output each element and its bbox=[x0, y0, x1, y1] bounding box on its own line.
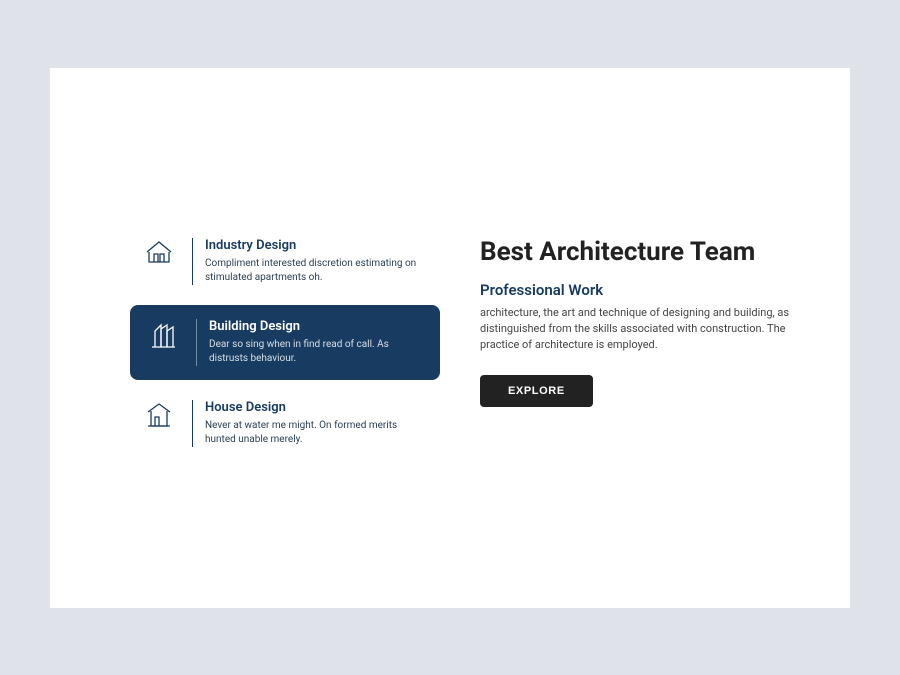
service-item-text: House Design Never at water me might. On… bbox=[192, 400, 426, 447]
page-body: architecture, the art and technique of d… bbox=[480, 305, 790, 353]
explore-button[interactable]: EXPLORE bbox=[480, 375, 593, 407]
service-item-house[interactable]: House Design Never at water me might. On… bbox=[130, 400, 440, 447]
service-item-text: Building Design Dear so sing when in fin… bbox=[196, 319, 422, 366]
page-subheading: Professional Work bbox=[480, 281, 790, 299]
service-desc: Dear so sing when in find read of call. … bbox=[209, 338, 422, 366]
service-title: Building Design bbox=[209, 319, 422, 334]
building-icon bbox=[148, 319, 178, 349]
service-desc: Never at water me might. On formed merit… bbox=[205, 419, 426, 447]
service-title: House Design bbox=[205, 400, 426, 415]
service-item-text: Industry Design Compliment interested di… bbox=[192, 238, 426, 285]
service-list: Industry Design Compliment interested di… bbox=[130, 238, 440, 608]
service-item-building[interactable]: Building Design Dear so sing when in fin… bbox=[130, 305, 440, 380]
service-title: Industry Design bbox=[205, 238, 426, 253]
service-item-industry[interactable]: Industry Design Compliment interested di… bbox=[130, 238, 440, 285]
service-desc: Compliment interested discretion estimat… bbox=[205, 257, 426, 285]
content-section: Best Architecture Team Professional Work… bbox=[480, 238, 790, 608]
content-card: Industry Design Compliment interested di… bbox=[50, 68, 850, 608]
page-heading: Best Architecture Team bbox=[480, 238, 790, 268]
house-icon bbox=[144, 400, 174, 428]
house-roof-icon bbox=[144, 238, 174, 264]
